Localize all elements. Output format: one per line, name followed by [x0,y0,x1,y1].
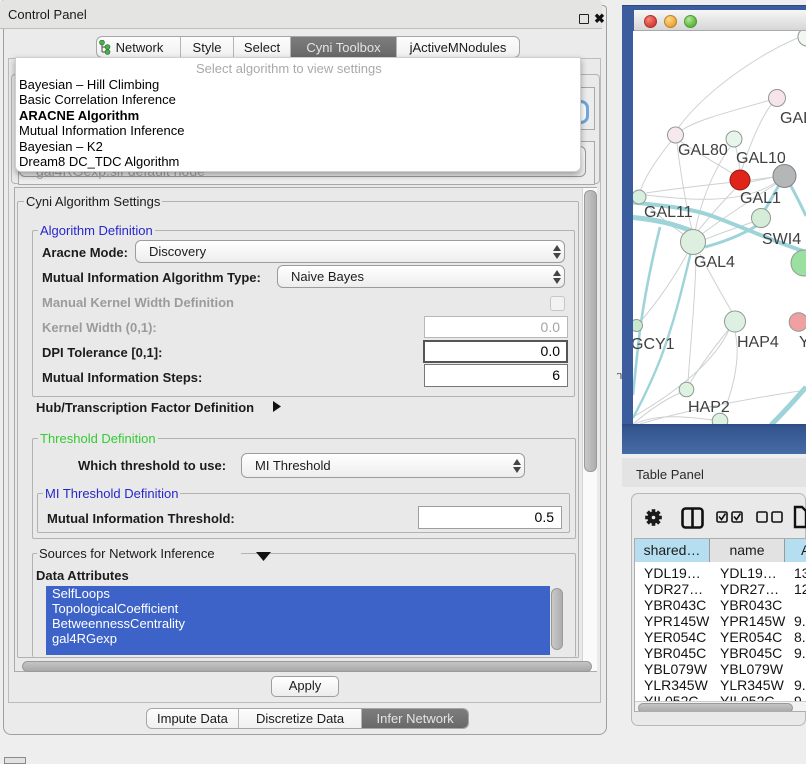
svg-text:GAL1: GAL1 [740,190,781,207]
svg-text:GAL10: GAL10 [736,150,786,167]
svg-text:GAL2: GAL2 [780,110,806,127]
svg-text:SWI4: SWI4 [762,231,801,248]
svg-text:HAP4: HAP4 [737,334,779,351]
svg-text:Y: Y [799,334,806,351]
svg-text:GAL80: GAL80 [678,142,728,159]
svg-text:GAL4: GAL4 [694,254,735,271]
svg-text:HAP2: HAP2 [688,399,730,416]
svg-text:GCY1: GCY1 [633,336,675,353]
svg-text:GAL11: GAL11 [644,204,693,221]
